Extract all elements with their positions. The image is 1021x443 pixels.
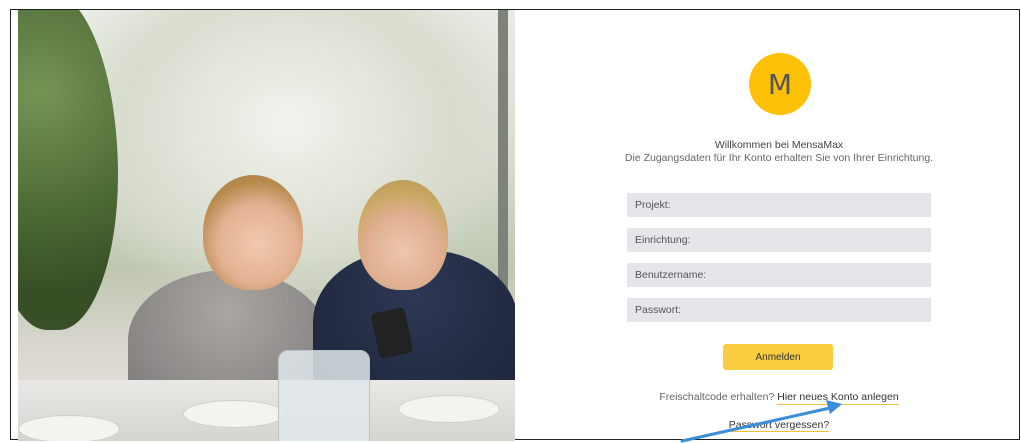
annotation-arrow-icon [680,400,842,443]
password-placeholder: Passwort: [635,304,682,316]
username-placeholder: Benutzername: [635,269,707,281]
welcome-title: Willkommen bei MensaMax [714,139,844,151]
mensamax-logo: M [749,53,811,115]
project-placeholder: Projekt: [635,199,671,211]
institution-placeholder: Einrichtung: [635,234,691,246]
institution-field[interactable]: Einrichtung: [627,228,931,252]
username-field[interactable]: Benutzername: [627,263,931,287]
password-field[interactable]: Passwort: [627,298,931,322]
hero-photo [18,10,515,441]
project-field[interactable]: Projekt: [627,193,931,217]
login-button-label: Anmelden [755,351,801,363]
welcome-subtitle: Die Zugangsdaten für Ihr Konto erhalten … [624,152,934,164]
login-button[interactable]: Anmelden [723,344,833,370]
logo-letter: M [767,67,793,101]
